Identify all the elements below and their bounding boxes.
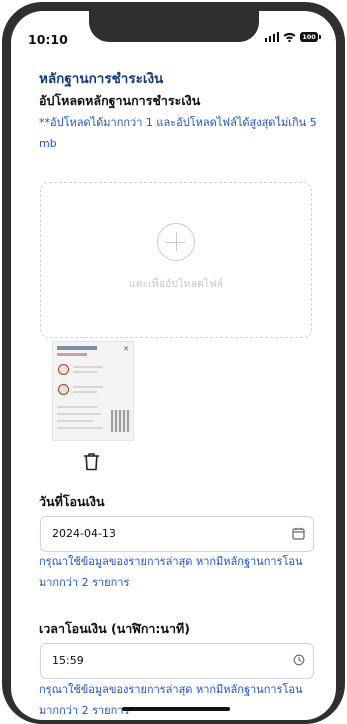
page-title: หลักฐานการชำระเงิน — [39, 71, 164, 87]
bank-logo-icon — [58, 364, 69, 375]
device-frame: 10:10 100 หลักฐานการชำระเงิน อัปโหลดหลัก… — [2, 2, 345, 724]
thumbnail-line — [57, 427, 103, 429]
trash-icon[interactable] — [83, 452, 100, 471]
signal-icon — [264, 32, 279, 42]
transfer-time-help: กรุณาใช้ข้อมูลของรายการล่าสุด หากมีหลักฐ… — [39, 683, 303, 717]
battery-icon: 100 — [300, 32, 321, 42]
home-indicator — [122, 707, 230, 711]
calendar-icon[interactable] — [292, 527, 305, 540]
clock-icon[interactable] — [293, 654, 305, 666]
transfer-date-label: วันที่โอนเงิน — [39, 494, 105, 509]
transfer-date-value: 2024-04-13 — [52, 527, 116, 540]
upload-hint: แตะเพื่ออัปโหลดไฟล์ — [129, 278, 223, 290]
transfer-time-field[interactable]: 15:59 — [40, 643, 314, 679]
thumbnail-close-icon: ✕ — [123, 345, 129, 353]
screen: 10:10 100 หลักฐานการชำระเงิน อัปโหลดหลัก… — [11, 11, 336, 720]
notch — [89, 11, 259, 42]
thumbnail-line — [57, 413, 101, 415]
thumbnail-line — [73, 391, 97, 393]
transfer-date-field[interactable]: 2024-04-13 — [40, 516, 314, 552]
wifi-icon — [283, 32, 296, 42]
upload-dropzone[interactable]: แตะเพื่ออัปโหลดไฟล์ — [40, 182, 312, 338]
thumbnail-line — [57, 420, 93, 422]
bank-logo-icon — [58, 384, 69, 395]
thumbnail-line — [73, 366, 103, 368]
thumbnail-line — [73, 386, 103, 388]
section-subtitle: อัปโหลดหลักฐานการชำระเงิน — [39, 93, 201, 108]
qr-code-icon — [111, 410, 131, 432]
thumbnail-line — [57, 406, 97, 408]
thumbnail-line — [73, 371, 97, 373]
attachment-thumbnail[interactable]: ✕ — [52, 341, 134, 441]
transfer-time-label: เวลาโอนเงิน (นาฬิกา:นาที) — [39, 621, 190, 636]
transfer-time-value: 15:59 — [52, 654, 84, 667]
thumbnail-header — [57, 346, 97, 350]
transfer-date-help: กรุณาใช้ข้อมูลของรายการล่าสุด หากมีหลักฐ… — [39, 555, 303, 589]
thumbnail-subheader — [57, 353, 87, 356]
plus-circle-icon[interactable] — [157, 223, 195, 261]
upload-note: **อัปโหลดได้มากกว่า 1 และอัปโหลดไฟล์ได้ส… — [39, 116, 317, 150]
status-icons: 100 — [264, 32, 321, 42]
status-time: 10:10 — [28, 32, 68, 47]
